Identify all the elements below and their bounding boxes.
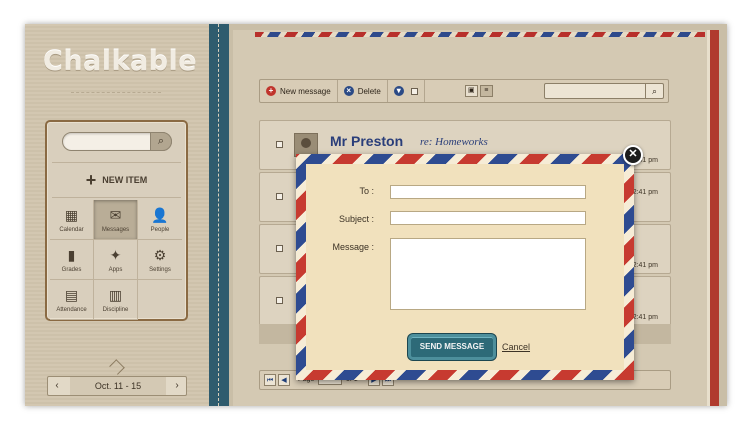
logo-divider: [71, 92, 161, 93]
messages-toolbar: + New message × Delete ▾ ▣ ≡ ⌕: [259, 79, 669, 103]
nav-tile-label: Grades: [61, 266, 82, 273]
message-time: 2:41 pm: [632, 189, 658, 196]
row-checkbox[interactable]: [276, 193, 283, 200]
to-field[interactable]: [390, 185, 586, 199]
new-item-button[interactable]: + NEW ITEM: [52, 162, 181, 198]
message-subject: re: Homeworks: [420, 136, 488, 148]
nav-tile-messages[interactable]: ✉ Messages: [94, 200, 138, 240]
card-view-icon[interactable]: ▣: [464, 85, 478, 97]
subject-label: Subject :: [338, 214, 374, 224]
nav-tile-label: Messages: [101, 226, 130, 233]
person-icon: 👤: [151, 206, 169, 223]
cancel-link[interactable]: Cancel: [502, 342, 530, 352]
subject-field[interactable]: [390, 211, 586, 225]
nav-tile-label: Attendance: [56, 306, 87, 313]
list-view-icon[interactable]: ≡: [479, 85, 493, 97]
message-time: 2:41 pm: [632, 262, 658, 269]
nav-tile-grades[interactable]: ▮ Grades: [50, 240, 94, 280]
close-icon[interactable]: ✕: [623, 145, 643, 165]
right-red-edge: [707, 30, 719, 406]
delete-button[interactable]: × Delete: [338, 80, 388, 102]
select-dropdown[interactable]: ▾: [388, 80, 425, 102]
nav-tile-discipline[interactable]: ▥ Discipline: [94, 280, 138, 320]
messages-search-input[interactable]: ⌕: [544, 83, 664, 99]
envelope-icon: ✉: [109, 206, 122, 223]
row-checkbox[interactable]: [276, 297, 283, 304]
chevron-down-icon: ▾: [393, 86, 404, 96]
delete-label: Delete: [357, 86, 381, 96]
gear-icon: ⚙: [153, 246, 167, 263]
sidebar-search-input[interactable]: ⌕: [62, 132, 172, 151]
nav-tile-label: Apps: [108, 266, 123, 273]
message-label: Message :: [332, 242, 374, 252]
bar-chart-icon: ▮: [67, 246, 76, 263]
compose-message-dialog: To : Subject : Message : SEND MESSAGE Ca…: [296, 154, 634, 380]
nav-tiles: ▦ Calendar ✉ Messages 👤 People ▮ Grades …: [50, 200, 183, 320]
attendance-icon: ▤: [64, 286, 79, 303]
plus-circle-icon: +: [266, 86, 276, 96]
app-logo[interactable]: Chalkable: [43, 46, 197, 77]
search-icon[interactable]: ⌕: [645, 84, 663, 98]
nav-tile-people[interactable]: 👤 People: [138, 200, 182, 240]
nav-tile-label: People: [150, 226, 170, 233]
plus-icon: +: [85, 170, 97, 190]
prev-page-button[interactable]: ◀: [278, 374, 290, 386]
delete-x-icon: ×: [343, 86, 354, 96]
next-week-button[interactable]: ›: [168, 377, 186, 395]
new-message-label: New message: [280, 86, 331, 96]
calendar-week-selector: ‹ Oct. 11 - 15 ›: [47, 376, 187, 396]
dialog-body: To : Subject : Message : SEND MESSAGE Ca…: [306, 164, 624, 370]
prev-week-button[interactable]: ‹: [48, 377, 66, 395]
to-label: To :: [359, 186, 374, 196]
search-icon[interactable]: ⌕: [150, 132, 172, 151]
message-sender: Mr Preston: [330, 133, 404, 149]
first-page-button[interactable]: ⏮: [264, 374, 276, 386]
airmail-border-top: [255, 32, 705, 37]
sidebar-stitch-divider: [209, 24, 229, 406]
nav-tile-label: Settings: [149, 266, 171, 273]
book-icon: ▥: [108, 286, 123, 303]
nav-tile-label: Discipline: [102, 306, 129, 313]
sidebar: Chalkable ⌕ + NEW ITEM ▦ Calendar ✉ Mess…: [25, 24, 209, 406]
view-toggle: ▣ ≡: [464, 85, 493, 97]
nav-tile-label: Calendar: [59, 226, 84, 233]
message-textarea[interactable]: [390, 238, 586, 310]
row-checkbox[interactable]: [276, 141, 283, 148]
message-time: 2:41 pm: [632, 314, 658, 321]
nav-tile-attendance[interactable]: ▤ Attendance: [50, 280, 94, 320]
nav-tile-apps[interactable]: ✦ Apps: [94, 240, 138, 280]
calendar-icon: ▦: [64, 206, 79, 223]
calendar-hanger-icon: [109, 359, 125, 375]
calendar-range: Oct. 11 - 15: [70, 377, 166, 395]
send-message-button[interactable]: SEND MESSAGE: [408, 334, 496, 360]
select-all-checkbox[interactable]: [410, 87, 418, 95]
nav-tile-calendar[interactable]: ▦ Calendar: [50, 200, 94, 240]
new-message-button[interactable]: + New message: [260, 80, 338, 102]
row-checkbox[interactable]: [276, 245, 283, 252]
new-item-label: NEW ITEM: [102, 175, 148, 185]
nav-panel: ⌕ + NEW ITEM ▦ Calendar ✉ Messages 👤 Peo…: [45, 120, 188, 321]
nav-tile-settings[interactable]: ⚙ Settings: [138, 240, 182, 280]
apps-icon: ✦: [109, 246, 122, 263]
